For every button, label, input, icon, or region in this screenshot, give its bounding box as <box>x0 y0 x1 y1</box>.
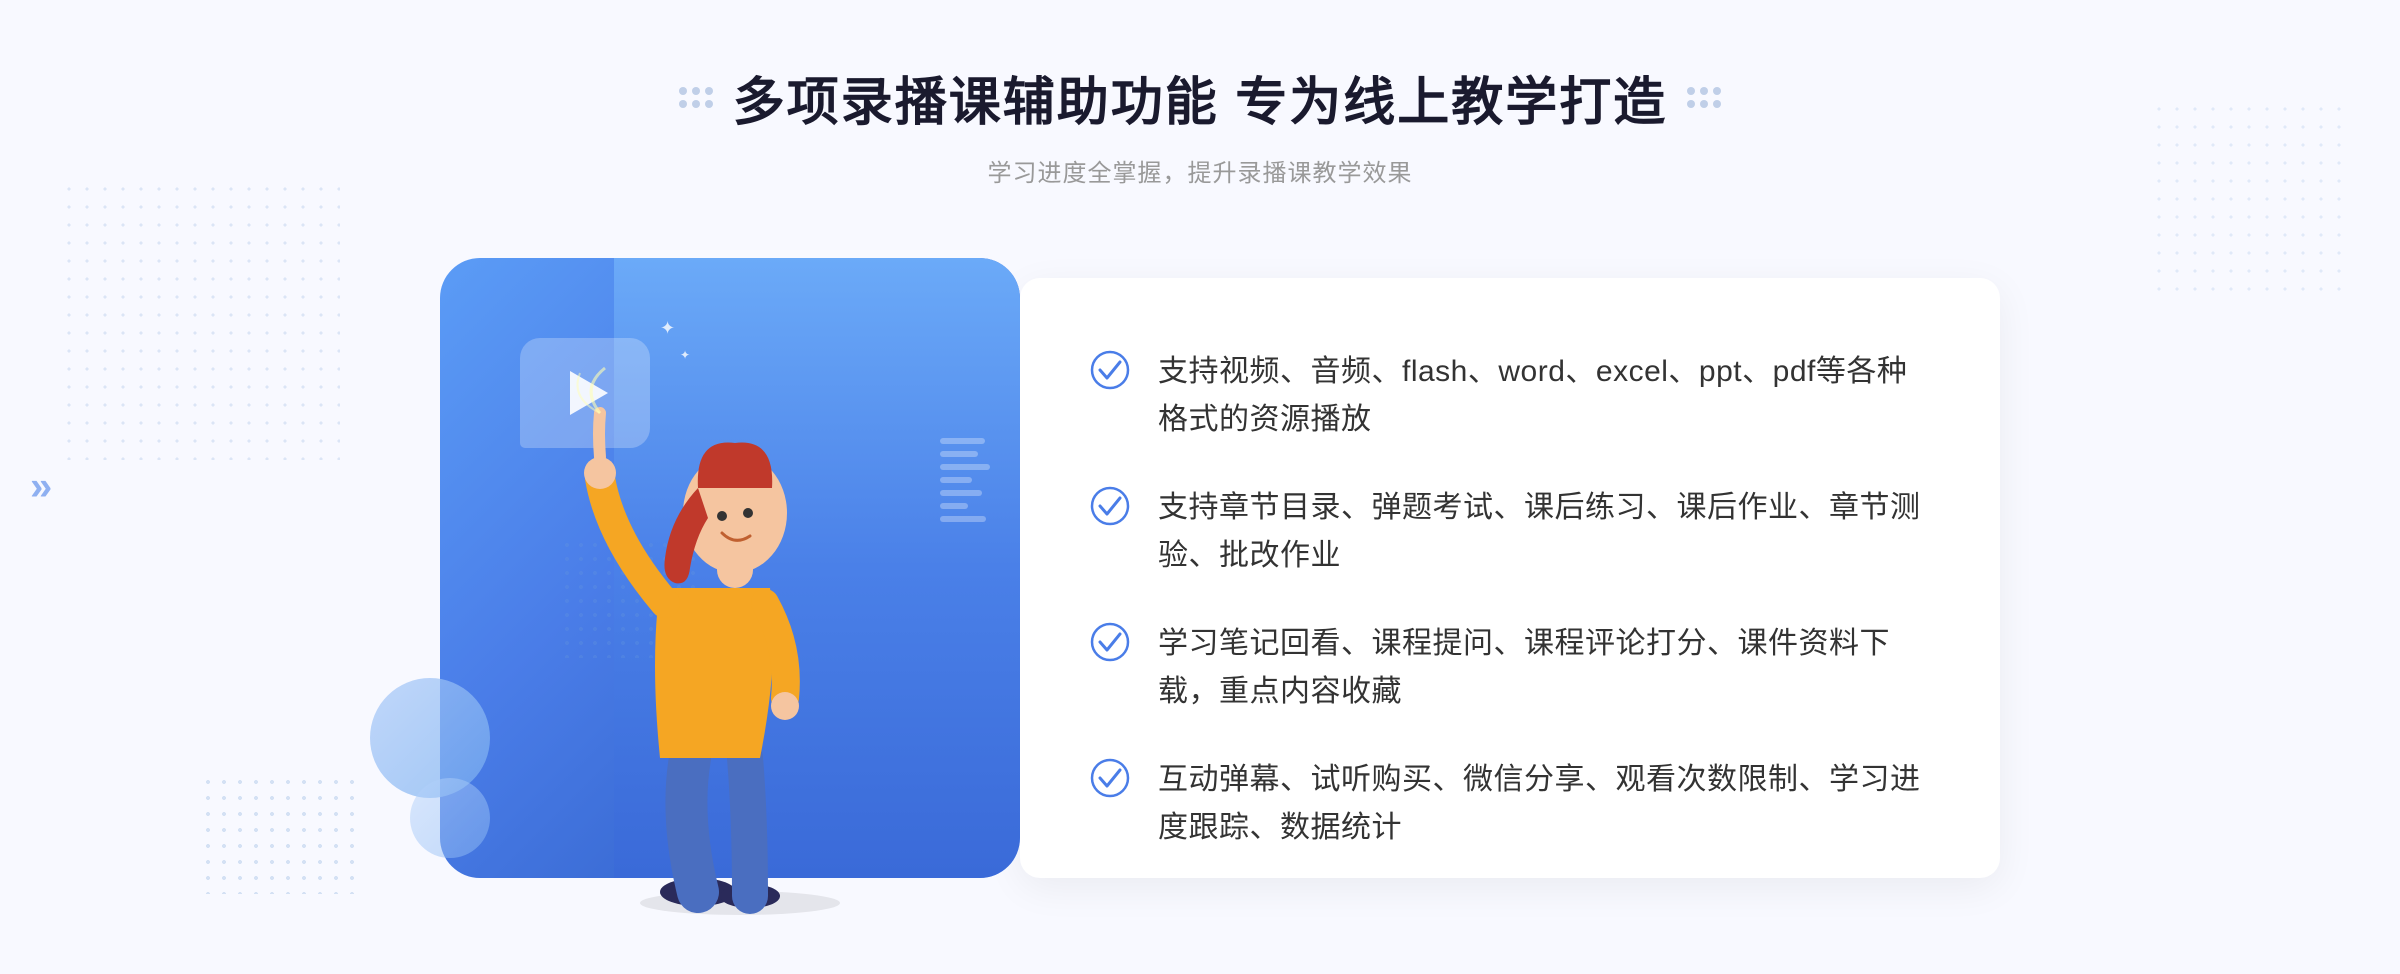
deco-circle-small <box>410 778 490 858</box>
person-illustration <box>550 338 930 918</box>
dots-pattern-bottom-left <box>200 774 360 894</box>
main-content: ✦ ✦ <box>400 218 2000 918</box>
title-row: 多项录播课辅助功能 专为线上教学打造 <box>679 60 1721 135</box>
chevron-double-icon: » <box>30 465 52 510</box>
check-icon-4 <box>1090 758 1130 798</box>
deco-circle-large <box>370 678 490 798</box>
dots-pattern-left <box>60 180 340 460</box>
page-container: » 多项录播课辅助功能 专为线上教学打造 学习进度全掌握，提升录播课教学效果 <box>0 0 2400 974</box>
illustration-area: ✦ ✦ <box>400 218 1080 918</box>
dots-pattern-right <box>2150 100 2350 300</box>
title-left-dots <box>679 87 713 108</box>
feature-item-4: 互动弹幕、试听购买、微信分享、观看次数限制、学习进度跟踪、数据统计 <box>1090 736 1930 872</box>
title-right-dots <box>1687 87 1721 108</box>
feature-text-3: 学习笔记回看、课程提问、课程评论打分、课件资料下载，重点内容收藏 <box>1158 620 1930 716</box>
header-section: 多项录播课辅助功能 专为线上教学打造 学习进度全掌握，提升录播课教学效果 <box>679 0 1721 218</box>
check-icon-3 <box>1090 622 1130 662</box>
page-title: 多项录播课辅助功能 专为线上教学打造 <box>733 60 1667 135</box>
feature-item-1: 支持视频、音频、flash、word、excel、ppt、pdf等各种格式的资源… <box>1090 328 1930 464</box>
left-chevron-decoration: » <box>30 465 52 510</box>
feature-item-3: 学习笔记回看、课程提问、课程评论打分、课件资料下载，重点内容收藏 <box>1090 600 1930 736</box>
feature-item-2: 支持章节目录、弹题考试、课后练习、课后作业、章节测验、批改作业 <box>1090 464 1930 600</box>
stripes-decoration <box>940 438 990 528</box>
feature-text-1: 支持视频、音频、flash、word、excel、ppt、pdf等各种格式的资源… <box>1158 348 1930 444</box>
feature-text-2: 支持章节目录、弹题考试、课后练习、课后作业、章节测验、批改作业 <box>1158 484 1930 580</box>
page-subtitle: 学习进度全掌握，提升录播课教学效果 <box>679 153 1721 188</box>
check-icon-2 <box>1090 486 1130 526</box>
features-card: 支持视频、音频、flash、word、excel、ppt、pdf等各种格式的资源… <box>1020 278 2000 878</box>
check-icon-1 <box>1090 350 1130 390</box>
feature-text-4: 互动弹幕、试听购买、微信分享、观看次数限制、学习进度跟踪、数据统计 <box>1158 756 1930 852</box>
sparkle-icon-1: ✦ <box>660 318 675 339</box>
